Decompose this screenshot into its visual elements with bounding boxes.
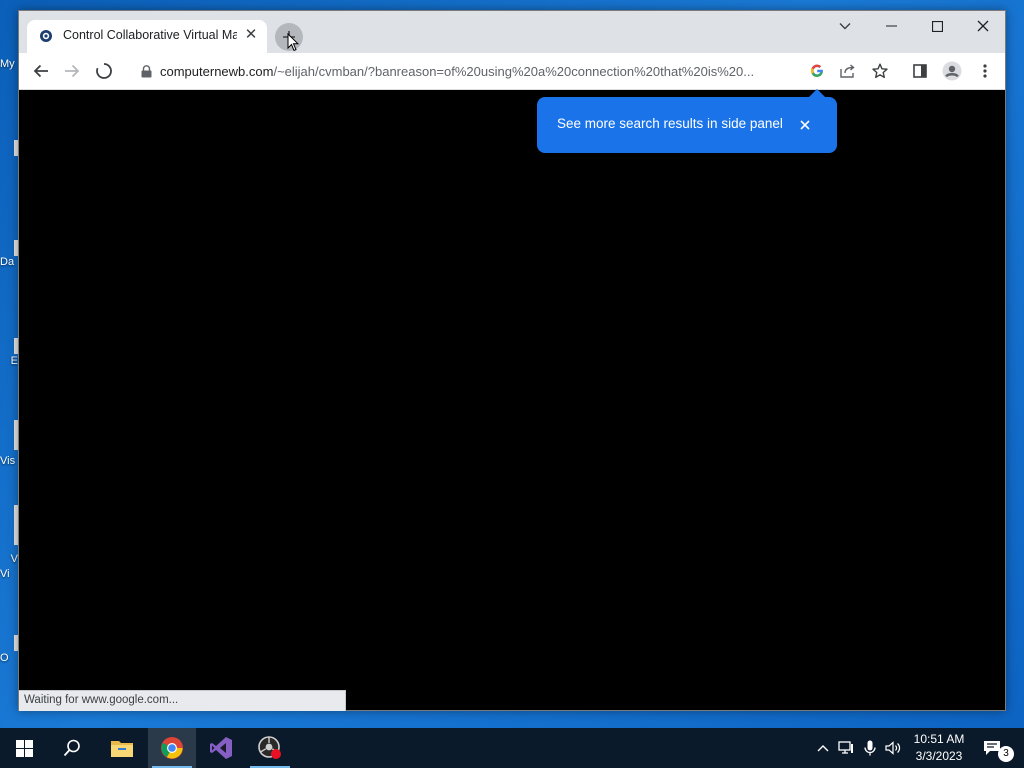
recording-app-icon [258, 736, 281, 759]
more-menu-button[interactable] [971, 57, 999, 85]
page-content[interactable] [19, 91, 1005, 710]
maximize-icon [931, 20, 943, 32]
site-favicon-icon [40, 30, 52, 42]
volume-tray-button[interactable] [884, 738, 904, 758]
address-bar[interactable]: computernewb.com/~elijah/cvmban/?banreas… [129, 57, 903, 86]
bubble-close-button[interactable] [795, 115, 815, 135]
google-lens-button[interactable] [803, 57, 831, 85]
desktop-icon-label[interactable]: V [0, 553, 18, 565]
profile-icon [942, 61, 962, 81]
network-tray-button[interactable] [836, 738, 856, 758]
desktop-icon-label[interactable]: Vis [0, 455, 18, 467]
url-path: /~elijah/cvmban/?banreason=of%20using%20… [273, 64, 755, 79]
url-host: computernewb.com [160, 64, 274, 79]
stop-loading-button[interactable] [90, 57, 118, 85]
desktop-icon-label[interactable]: Da [0, 256, 18, 268]
forward-arrow-icon [65, 64, 80, 78]
bubble-text: See more search results in side panel [557, 116, 783, 131]
more-menu-icon [983, 64, 987, 78]
status-bubble: Waiting for www.google.com... [19, 690, 346, 711]
volume-icon [885, 741, 901, 755]
show-hidden-icons-button[interactable] [813, 738, 833, 758]
forward-button[interactable] [58, 57, 86, 85]
tab-search-button[interactable] [822, 11, 868, 41]
close-icon [800, 120, 810, 130]
profile-button[interactable] [938, 57, 966, 85]
url-text[interactable]: computernewb.com/~elijah/cvmban/?banreas… [160, 64, 800, 79]
browser-tab[interactable]: Control Collaborative Virtual Ma ✕ [27, 20, 267, 53]
side-panel-icon [913, 64, 927, 78]
maximize-button[interactable] [914, 11, 960, 41]
chevron-up-icon [817, 745, 829, 752]
microphone-icon [864, 740, 876, 756]
loading-stop-icon [96, 63, 112, 79]
start-button[interactable] [0, 728, 48, 768]
windows-start-icon [15, 739, 33, 757]
network-icon [838, 741, 853, 754]
file-explorer-icon [111, 741, 133, 757]
window-close-button[interactable] [960, 11, 1006, 41]
taskbar-visual-studio[interactable] [197, 728, 245, 768]
close-icon[interactable]: ✕ [243, 27, 259, 43]
minimize-icon [885, 25, 897, 27]
taskbar-chrome[interactable] [148, 728, 196, 768]
share-icon [840, 64, 855, 78]
tab-strip: Control Collaborative Virtual Ma ✕ [19, 11, 1005, 53]
bubble-arrow [809, 89, 825, 97]
lock-icon[interactable] [141, 65, 152, 78]
side-panel-button[interactable] [906, 57, 934, 85]
tab-title: Control Collaborative Virtual Ma [63, 28, 237, 42]
notification-count-badge: 3 [998, 746, 1014, 762]
bookmark-button[interactable] [866, 57, 894, 85]
close-icon [977, 20, 989, 32]
desktop-icon-label[interactable]: Vi [0, 568, 18, 580]
visual-studio-icon [210, 737, 232, 759]
desktop-icon-label[interactable]: My [0, 58, 18, 70]
taskbar-file-explorer[interactable] [98, 728, 146, 768]
side-panel-promo-bubble: See more search results in side panel [537, 89, 837, 153]
chevron-down-icon [839, 23, 851, 30]
browser-window: Control Collaborative Virtual Ma ✕ compu… [18, 10, 1006, 711]
google-lens-icon [810, 64, 823, 77]
taskbar: 10:51 AM 3/3/2023 3 [0, 728, 1024, 768]
microphone-tray-button[interactable] [860, 738, 880, 758]
system-clock[interactable]: 10:51 AM 3/3/2023 [905, 731, 973, 765]
chrome-icon [161, 737, 183, 759]
star-icon [872, 63, 888, 79]
search-icon [63, 739, 80, 757]
desktop-icon-label[interactable]: E [0, 355, 18, 367]
clock-time: 10:51 AM [913, 732, 965, 746]
minimize-button[interactable] [868, 11, 914, 41]
clock-date: 3/3/2023 [915, 749, 963, 763]
action-center-button[interactable]: 3 [978, 728, 1024, 768]
browser-toolbar: computernewb.com/~elijah/cvmban/?banreas… [19, 53, 1005, 90]
back-button[interactable] [27, 57, 55, 85]
search-button[interactable] [48, 728, 96, 768]
share-button[interactable] [834, 57, 862, 85]
taskbar-recording-app[interactable] [246, 728, 294, 768]
mouse-cursor-icon [287, 33, 299, 52]
desktop-icon-label[interactable]: O [0, 652, 18, 664]
back-arrow-icon [33, 64, 48, 78]
